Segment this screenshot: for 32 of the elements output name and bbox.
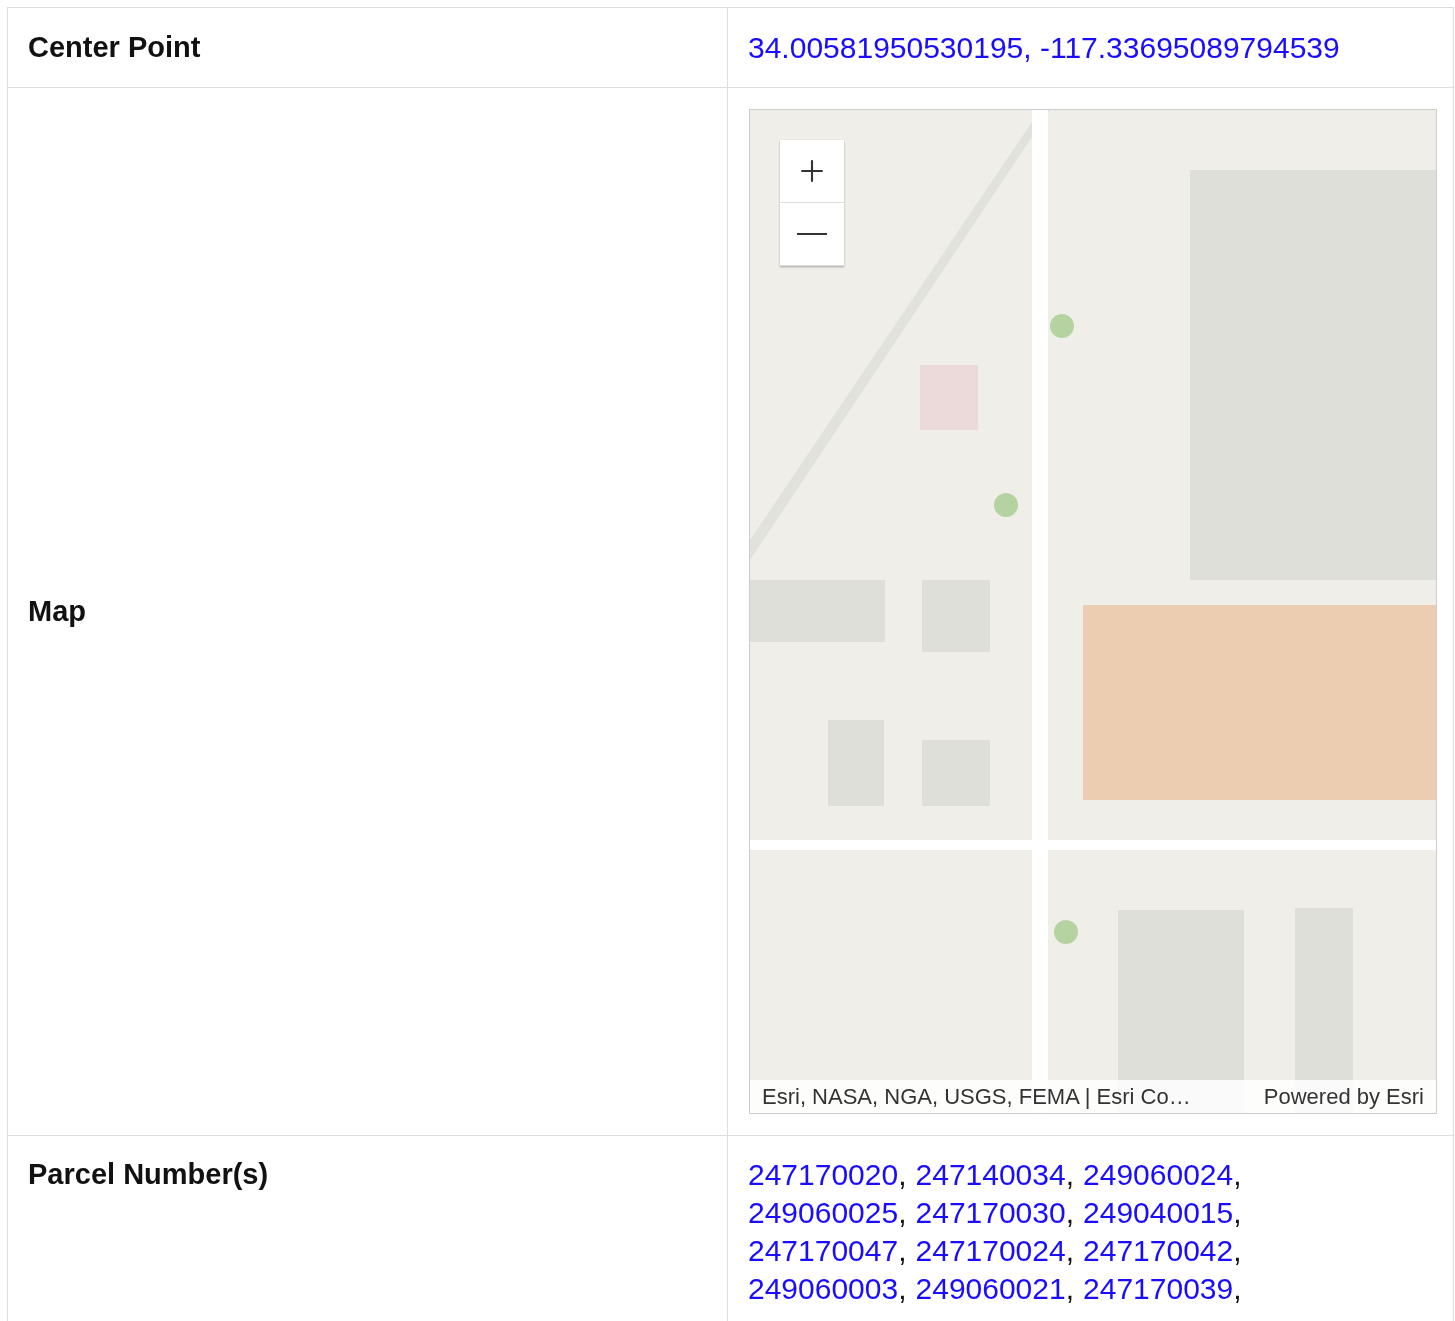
separator-text: , xyxy=(1233,1272,1242,1305)
parcel-link[interactable]: 247170030 xyxy=(915,1196,1066,1229)
separator-text: , xyxy=(1065,1234,1075,1267)
parcel-link[interactable]: 247140034 xyxy=(915,1158,1066,1191)
minus-icon xyxy=(797,233,827,235)
parcel-link[interactable]: 249040015 xyxy=(1083,1196,1234,1229)
coordinates-link[interactable]: 34.00581950530195, -117.33695089794539 xyxy=(748,30,1340,65)
map-attribution: Esri, NASA, NGA, USGS, FEMA | Esri Co… xyxy=(762,1083,1191,1110)
separator-text: , xyxy=(1233,1234,1242,1267)
separator-text: , xyxy=(898,1272,907,1305)
separator-text: , xyxy=(898,1196,907,1229)
separator-text: , xyxy=(1233,1158,1242,1191)
parcel-link[interactable]: 249060025 xyxy=(748,1196,899,1229)
parcel-link[interactable]: 247170020 xyxy=(748,1158,899,1191)
field-label: Center Point xyxy=(28,31,201,64)
parcel-link[interactable]: 249060021 xyxy=(915,1272,1066,1305)
field-label: Map xyxy=(28,595,86,628)
parcel-link[interactable]: 249060024 xyxy=(1083,1158,1234,1191)
parcel-link[interactable]: 247170039 xyxy=(1083,1272,1234,1305)
parcel-link[interactable]: 247170047 xyxy=(748,1234,899,1267)
separator-text: , xyxy=(898,1158,907,1191)
parcel-link[interactable]: 247170024 xyxy=(915,1234,1066,1267)
separator-text: , xyxy=(898,1234,907,1267)
powered-by-text: Powered by Esri xyxy=(1263,1083,1424,1110)
separator-text: , xyxy=(1233,1196,1242,1229)
parcel-link[interactable]: 247170042 xyxy=(1083,1234,1234,1267)
zoom-in-button[interactable] xyxy=(780,140,844,203)
separator-text: , xyxy=(1065,1158,1075,1191)
separator-text: , xyxy=(1065,1196,1075,1229)
parcel-link[interactable]: 249060003 xyxy=(748,1272,899,1305)
separator-text: , xyxy=(1065,1272,1075,1305)
field-label: Parcel Number(s) xyxy=(28,1158,269,1191)
